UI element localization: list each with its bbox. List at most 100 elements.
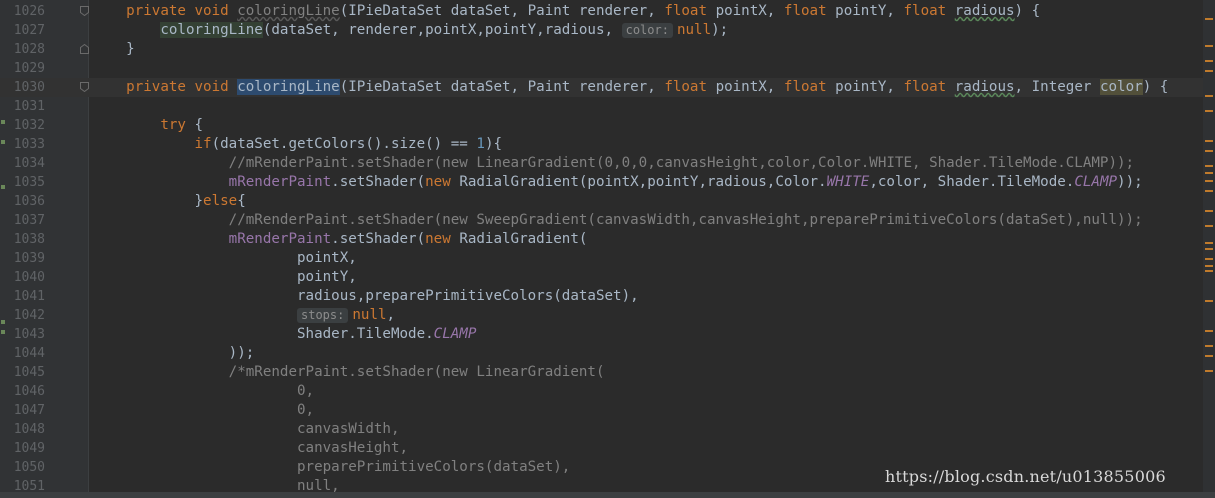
code-text[interactable]: //mRenderPaint.setShader(new SweepGradie… [92, 211, 1143, 230]
code-line[interactable]: 1038 mRenderPaint.setShader(new RadialGr… [0, 230, 1203, 249]
code-line[interactable]: 1049 canvasHeight, [0, 439, 1203, 458]
code-text[interactable]: mRenderPaint.setShader(new RadialGradien… [92, 230, 588, 249]
warning-marker[interactable] [1205, 45, 1213, 47]
code-token: mRenderPaint [228, 231, 332, 247]
code-text[interactable]: 0, [92, 382, 314, 401]
warning-marker[interactable] [1205, 270, 1213, 272]
code-line[interactable]: 1034 //mRenderPaint.setShader(new Linear… [0, 154, 1203, 173]
warning-marker[interactable] [1205, 190, 1213, 192]
code-text[interactable]: canvasHeight, [92, 439, 408, 458]
warning-marker[interactable] [1205, 300, 1213, 302]
code-line[interactable]: 1028 } [0, 40, 1203, 59]
code-token: (dataSet, renderer,pointX,pointY,radious… [262, 22, 622, 38]
warning-marker[interactable] [1205, 70, 1213, 72]
code-token: )); [1117, 174, 1143, 190]
code-text[interactable]: /*mRenderPaint.setShader(new LinearGradi… [92, 363, 605, 382]
code-token: ){ [484, 136, 503, 152]
warning-marker[interactable] [1205, 330, 1213, 332]
change-marker [1, 320, 5, 324]
code-text[interactable]: }else{ [92, 192, 245, 211]
code-line[interactable]: 1043 Shader.TileMode.CLAMP [0, 325, 1203, 344]
code-editor[interactable]: 1026 private void coloringLine(IPieDataS… [0, 0, 1215, 498]
code-text[interactable]: radious,preparePrimitiveColors(dataSet), [92, 287, 639, 306]
code-text[interactable]: private void coloringLine(IPieDataSet da… [92, 78, 1168, 97]
code-line[interactable]: 1035 mRenderPaint.setShader(new RadialGr… [0, 173, 1203, 192]
warning-marker[interactable] [1205, 355, 1213, 357]
code-text[interactable]: } [92, 40, 135, 59]
code-text[interactable]: coloringLine(dataSet, renderer,pointX,po… [92, 21, 728, 40]
code-text[interactable]: Shader.TileMode.CLAMP [92, 325, 476, 344]
code-line[interactable]: 1042 stops: null, [0, 306, 1203, 325]
warning-marker[interactable] [1205, 60, 1213, 62]
code-token: Shader.TileMode. [92, 326, 434, 342]
change-marker [1, 330, 5, 334]
code-line[interactable]: 1041 radious,preparePrimitiveColors(data… [0, 287, 1203, 306]
line-number: 1034 [13, 156, 45, 171]
code-token: ,color, Shader.TileMode. [869, 174, 1075, 190]
code-token: coloringLine [237, 79, 340, 95]
code-text[interactable]: pointY, [92, 268, 357, 287]
code-token: ) { [1142, 79, 1169, 95]
code-line[interactable]: 1037 //mRenderPaint.setShader(new SweepG… [0, 211, 1203, 230]
warning-marker[interactable] [1205, 370, 1213, 372]
warning-marker[interactable] [1205, 172, 1213, 174]
watermark-text: https://blog.csdn.net/u013855006 [885, 467, 1166, 486]
warning-marker[interactable] [1205, 248, 1213, 250]
warning-marker[interactable] [1205, 180, 1213, 182]
code-text[interactable]: 0, [92, 401, 314, 420]
warning-marker[interactable] [1205, 225, 1213, 227]
code-token: //mRenderPaint.setShader(new SweepGradie… [228, 212, 1143, 228]
code-token: 0, [92, 402, 315, 418]
code-line[interactable]: 1045 /*mRenderPaint.setShader(new Linear… [0, 363, 1203, 382]
code-text[interactable]: pointX, [92, 249, 357, 268]
fold-open-icon[interactable] [80, 82, 89, 92]
code-text[interactable]: stops: null, [92, 306, 395, 325]
code-text[interactable]: //mRenderPaint.setShader(new LinearGradi… [92, 154, 1134, 173]
code-text[interactable]: canvasWidth, [92, 420, 400, 439]
warning-marker[interactable] [1205, 110, 1213, 112]
code-line[interactable]: 1036 }else{ [0, 192, 1203, 211]
code-token: pointY, [92, 269, 357, 285]
code-line[interactable]: 1032 try { [0, 116, 1203, 135]
warning-marker[interactable] [1205, 242, 1213, 244]
warning-marker[interactable] [1205, 140, 1213, 142]
line-number: 1047 [13, 403, 45, 418]
code-text[interactable]: try { [92, 116, 203, 135]
code-line[interactable]: 1039 pointX, [0, 249, 1203, 268]
code-token: CLAMP [1074, 174, 1118, 190]
code-line[interactable]: 1026 private void coloringLine(IPieDataS… [0, 2, 1203, 21]
code-line[interactable]: 1048 canvasWidth, [0, 420, 1203, 439]
code-line[interactable]: 1030 private void coloringLine(IPieDataS… [0, 78, 1203, 97]
warning-marker[interactable] [1205, 95, 1213, 97]
code-line[interactable]: 1047 0, [0, 401, 1203, 420]
code-line[interactable]: 1044 )); [0, 344, 1203, 363]
warning-marker[interactable] [1205, 165, 1213, 167]
code-line[interactable]: 1029 [0, 59, 1203, 78]
code-token: ) { [1014, 3, 1041, 19]
code-text[interactable]: preparePrimitiveColors(dataSet), [92, 458, 570, 477]
code-token: 0, [92, 383, 315, 399]
fold-close-icon[interactable] [80, 44, 89, 54]
line-number: 1031 [13, 99, 45, 114]
code-line[interactable]: 1040 pointY, [0, 268, 1203, 287]
code-text[interactable]: private void coloringLine(IPieDataSet da… [92, 2, 1040, 21]
warning-marker[interactable] [1205, 210, 1213, 212]
code-line[interactable]: 1031 [0, 97, 1203, 116]
warning-marker[interactable] [1205, 258, 1213, 260]
warning-marker[interactable] [1205, 18, 1213, 20]
warning-marker[interactable] [1205, 150, 1213, 152]
code-text[interactable]: if(dataSet.getColors().size() == 1){ [92, 135, 503, 154]
code-text[interactable]: mRenderPaint.setShader(new RadialGradien… [92, 173, 1143, 192]
warning-marker[interactable] [1205, 345, 1213, 347]
line-number: 1037 [13, 213, 45, 228]
code-line[interactable]: 1033 if(dataSet.getColors().size() == 1)… [0, 135, 1203, 154]
code-line[interactable]: 1046 0, [0, 382, 1203, 401]
warning-marker[interactable] [1205, 265, 1213, 267]
code-text[interactable]: )); [92, 344, 255, 363]
line-number: 1042 [13, 308, 45, 323]
code-token: CLAMP [433, 326, 477, 342]
fold-open-icon[interactable] [80, 6, 89, 16]
code-line[interactable]: 1027 coloringLine(dataSet, renderer,poin… [0, 21, 1203, 40]
